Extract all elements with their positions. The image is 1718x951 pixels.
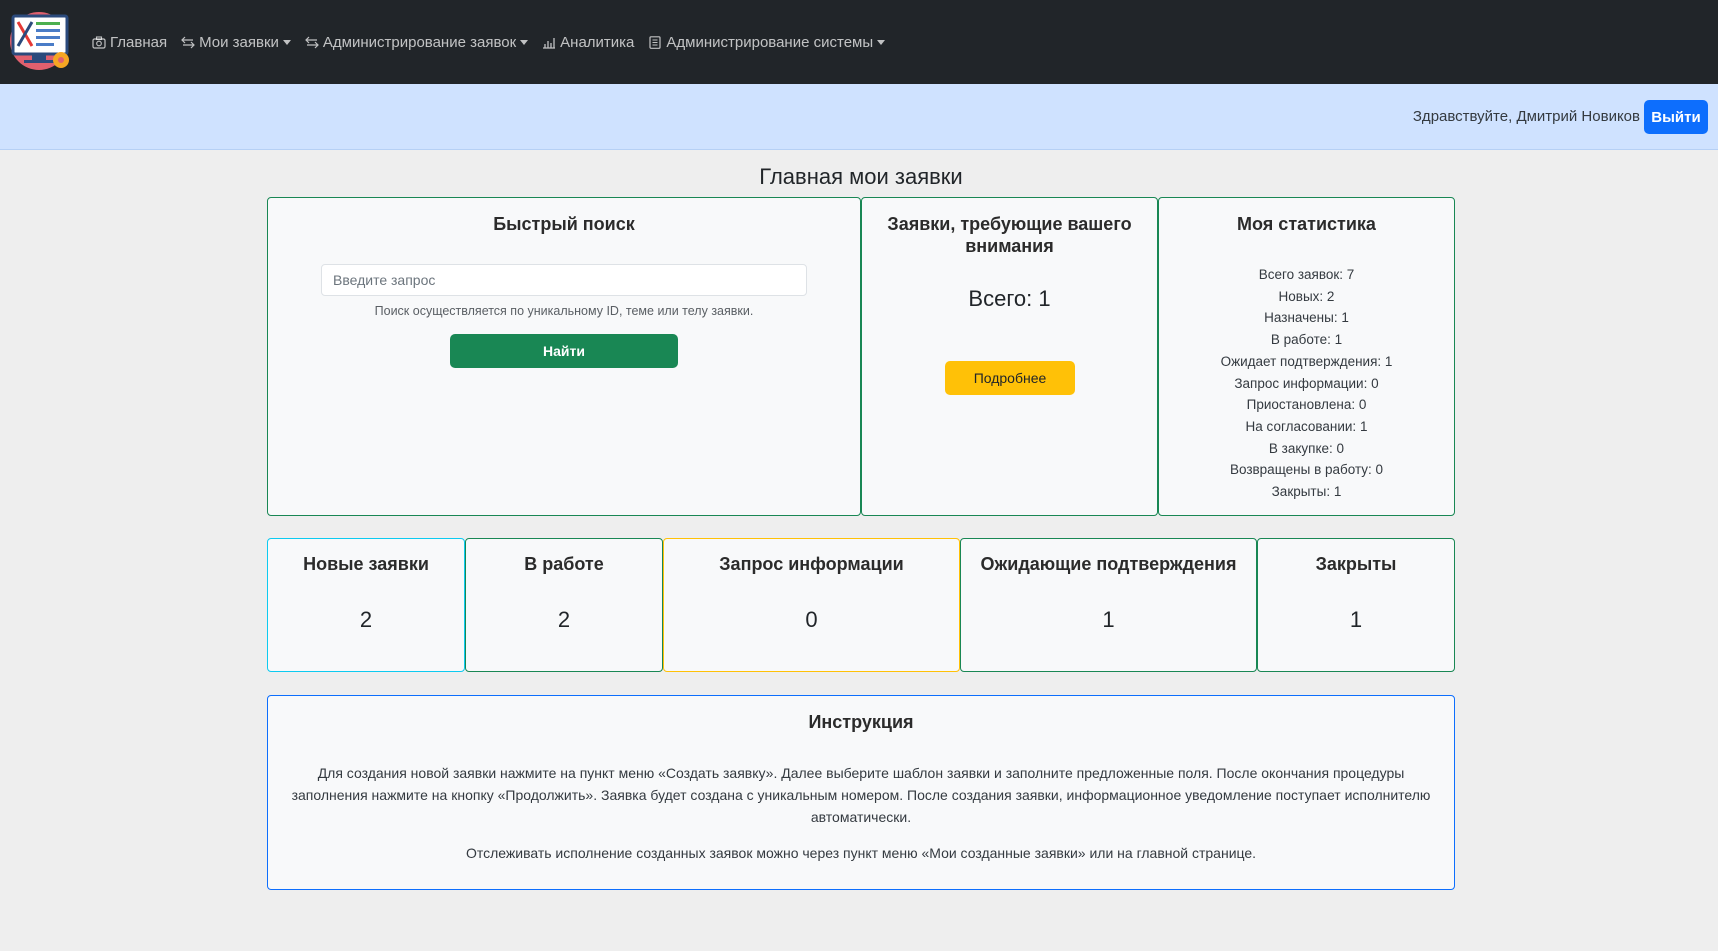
status-card-count: 1 [1102, 607, 1115, 632]
quick-search-title: Быстрый поиск [493, 214, 635, 234]
stats-line: Закрыты: 1 [1271, 484, 1342, 500]
top-navbar: Главная Мои заявки Администрирование зая… [0, 0, 1718, 84]
stats-line: Запрос информации: 0 [1234, 375, 1379, 391]
caret-down-icon [520, 39, 529, 45]
status-card-title: В работе [524, 554, 604, 574]
stats-list: Всего заявок: 7 Новых: 2 Назначены: 1 В … [1159, 264, 1454, 503]
my-stats-card: Моя статистика Всего заявок: 7 Новых: 2 … [1158, 197, 1455, 516]
arrows-exchange-icon [181, 36, 195, 48]
status-card-closed[interactable]: Закрыты 1 [1257, 538, 1455, 672]
user-bar: Здравствуйте, Дмитрий Новиков Выйти [0, 84, 1718, 150]
caret-down-icon [877, 39, 886, 45]
status-card-count: 2 [557, 607, 571, 632]
stats-line: Приостановлена: 0 [1246, 397, 1367, 413]
status-card-title: Запрос информации [719, 554, 904, 574]
instructions-title: Инструкция [808, 712, 914, 732]
logout-button[interactable]: Выйти [1644, 100, 1708, 134]
bar-chart-icon [543, 37, 556, 49]
stats-line: Назначены: 1 [1264, 310, 1349, 326]
status-card-count: 2 [359, 607, 373, 632]
stats-line: В работе: 1 [1270, 332, 1343, 348]
stats-line: Возвращены в работу: 0 [1229, 462, 1384, 478]
my-stats-title: Моя статистика [1237, 214, 1376, 234]
search-hint: Поиск осуществляется по уникальному ID, … [374, 304, 754, 318]
stats-line: На согласовании: 1 [1245, 418, 1368, 434]
camera-icon [92, 35, 106, 49]
arrows-exchange-icon [305, 36, 319, 48]
attention-card: Заявки, требующие вашего внимания Всего:… [861, 197, 1158, 516]
attention-total: Всего: 1 [968, 286, 1051, 311]
nav-home[interactable]: Главная [92, 34, 167, 51]
status-card-info-request[interactable]: Запрос информации 0 [663, 538, 960, 672]
caret-down-icon [282, 39, 291, 45]
page-title: Главная мои заявки [759, 164, 963, 189]
document-icon [649, 35, 662, 49]
attention-title: Заявки, требующие вашего внимания [887, 214, 1132, 256]
instructions-paragraph: Отслеживать исполнение созданных заявок … [465, 845, 1257, 861]
nav-analytics[interactable]: Аналитика [542, 34, 634, 51]
status-card-count: 1 [1349, 607, 1363, 632]
status-card-title: Новые заявки [303, 554, 429, 574]
nav-my-requests[interactable]: Мои заявки [181, 34, 291, 51]
details-button[interactable]: Подробнее [945, 361, 1075, 395]
stats-line: В закупке: 0 [1268, 440, 1345, 456]
user-greeting: Здравствуйте, Дмитрий Новиков [1412, 108, 1640, 125]
instructions-text: Для создания новой заявки нажмите на пун… [278, 762, 1444, 864]
search-button[interactable]: Найти [450, 334, 678, 368]
status-card-count: 0 [805, 607, 818, 632]
stats-line: Ожидает подтверждения: 1 [1220, 353, 1393, 369]
nav-system-admin[interactable]: Администрирование системы [648, 33, 886, 51]
app-logo[interactable] [8, 10, 74, 72]
status-card-title: Ожидающие подтверждения [980, 554, 1237, 574]
nav-my-requests-label: Мои заявки [199, 33, 279, 51]
nav-home-label: Главная [110, 33, 168, 51]
stats-line: Новых: 2 [1278, 288, 1335, 304]
status-card-in-progress[interactable]: В работе 2 [465, 538, 663, 672]
status-card-awaiting-confirmation[interactable]: Ожидающие подтверждения 1 [960, 538, 1257, 672]
nav-system-admin-label: Администрирование системы [666, 33, 874, 51]
stats-line: Всего заявок: 7 [1258, 267, 1355, 282]
nav-request-admin-label: Администрирование заявок [322, 33, 517, 51]
status-card-title: Закрыты [1315, 554, 1397, 574]
nav-analytics-label: Аналитика [560, 33, 635, 51]
nav-request-admin[interactable]: Администрирование заявок [305, 33, 529, 51]
status-card-new[interactable]: Новые заявки 2 [267, 538, 465, 672]
quick-search-card: Быстрый поиск Поиск осуществляется по ун… [267, 197, 861, 516]
search-input[interactable] [321, 264, 807, 296]
instructions-paragraph: Для создания новой заявки нажмите на пун… [291, 765, 1431, 825]
instructions-card: Инструкция Для создания новой заявки наж… [267, 695, 1455, 890]
